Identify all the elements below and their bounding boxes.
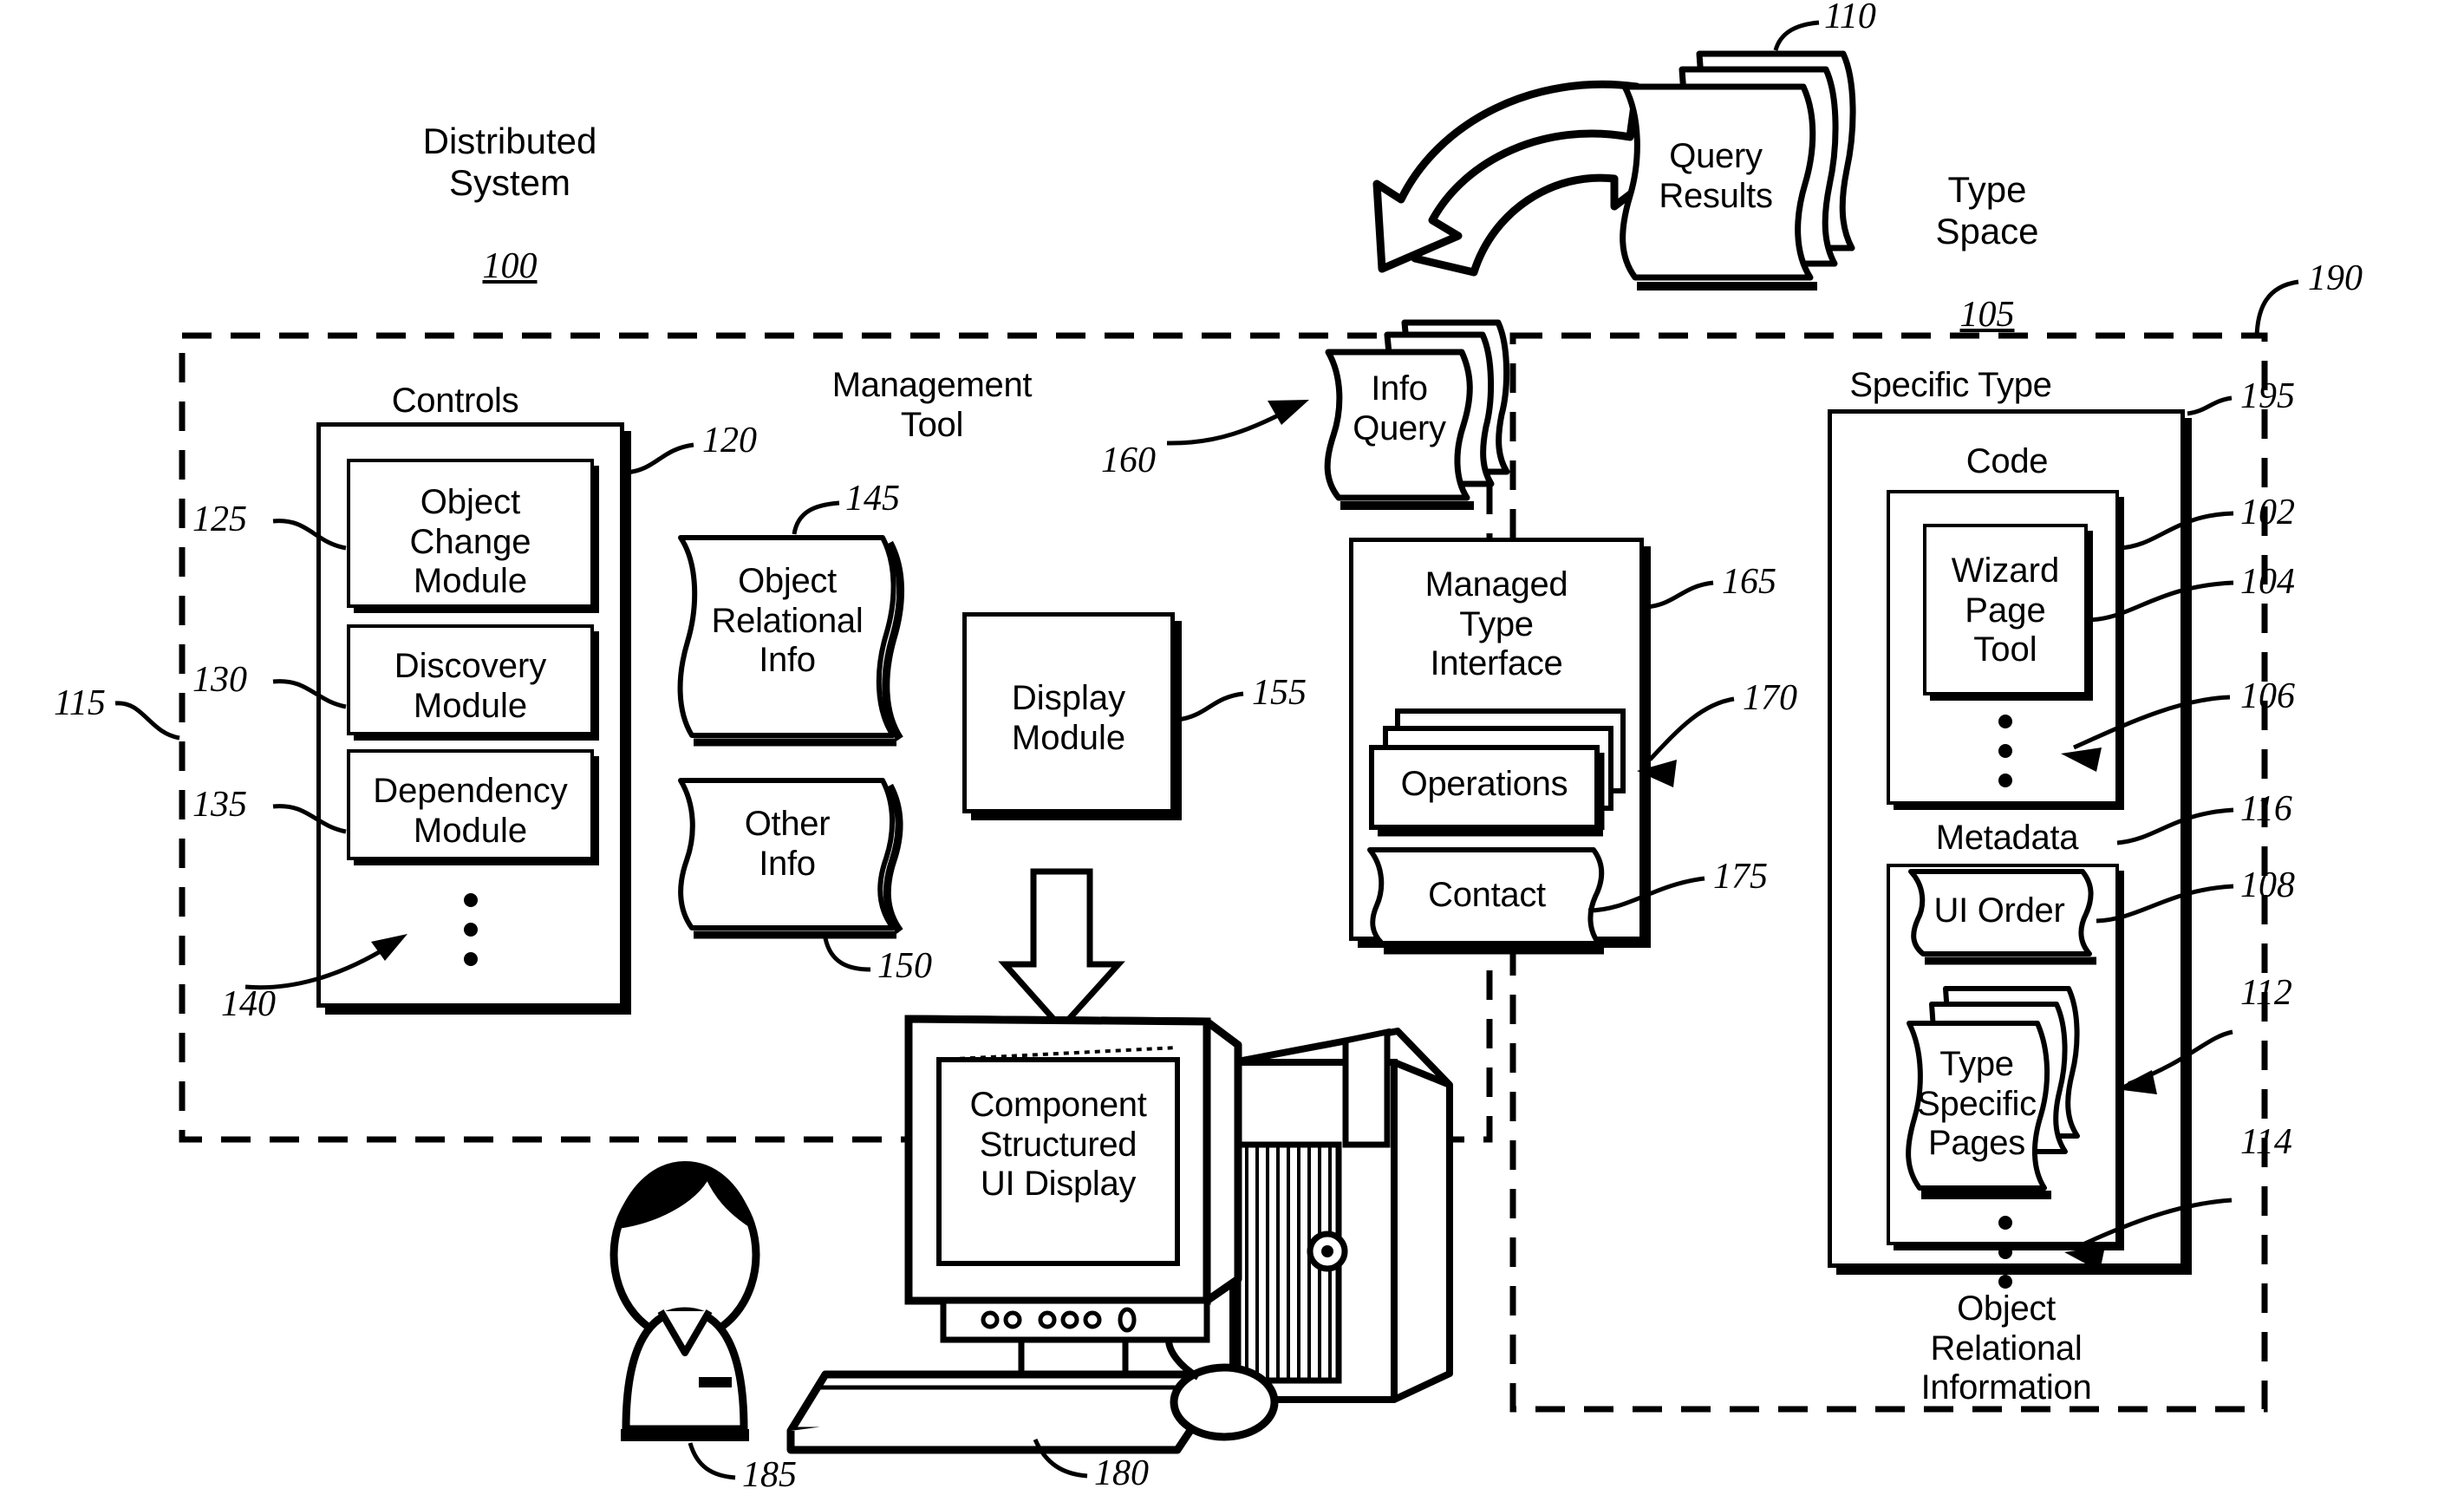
- screen-text: Component Structured UI Display: [969, 1086, 1147, 1204]
- workstation-layer: [609, 1015, 1453, 1480]
- ref-185: 185: [742, 1455, 797, 1495]
- user-avatar: [609, 1161, 760, 1441]
- keyboard: [786, 1370, 1216, 1454]
- ref-leader-185: [688, 1442, 736, 1480]
- figure-canvas: Distributed System 100 Type Space 105 11…: [0, 0, 2464, 1493]
- ref-180: 180: [1094, 1453, 1149, 1493]
- computer-tower: [1229, 1028, 1453, 1403]
